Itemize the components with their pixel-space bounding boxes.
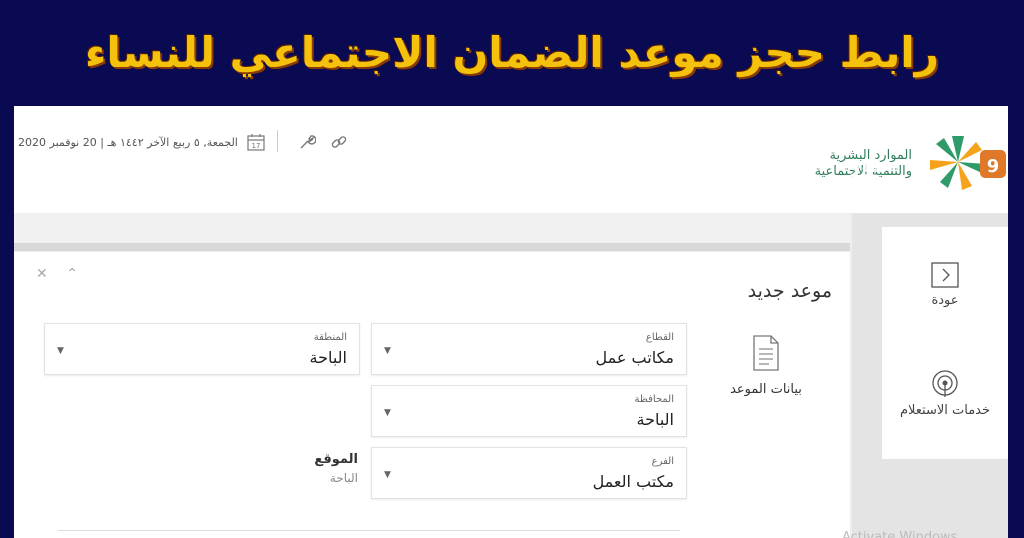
calendar-day: 17 <box>251 142 260 150</box>
toolbar-divider <box>277 130 278 152</box>
chevron-down-icon: ▼ <box>384 470 391 480</box>
banner-title: رابط حجز موعد الضمان الاجتماعي للنساء <box>85 28 939 77</box>
date-text: الجمعة, ٥ ربيع الآخر ١٤٤٢ هـ | 20 نوفمبر… <box>18 135 238 149</box>
wrench-icon[interactable] <box>298 133 316 151</box>
section-label: بيانات الموعد <box>730 382 802 397</box>
form-divider <box>58 530 680 531</box>
document-icon <box>753 335 779 371</box>
chevron-down-icon: ▼ <box>57 346 64 356</box>
location-label: الموقع <box>314 452 358 467</box>
date-display: 17 الجمعة, ٥ ربيع الآخر ١٤٤٢ هـ | 20 نوف… <box>18 132 266 152</box>
governorate-select[interactable]: المحافظة الباحة ▼ <box>371 385 687 437</box>
calendar-icon: 17 <box>247 134 265 151</box>
location-value: الباحة <box>329 471 358 485</box>
back-arrow-icon <box>931 262 959 288</box>
branch-value: مكتب العمل <box>592 472 674 491</box>
region-value: الباحة <box>309 348 348 367</box>
chevron-down-icon: ▼ <box>384 346 391 356</box>
location-field: الموقع الباحة <box>314 452 358 485</box>
link-icon[interactable] <box>330 133 348 151</box>
region-label: المنطقة <box>313 332 347 343</box>
page-title: موعد جديد <box>747 280 832 302</box>
sector-value: مكاتب عمل <box>595 348 674 367</box>
side-panel: عودة خدمات الاستعلام <box>852 213 1008 538</box>
sector-label: القطاع <box>645 332 674 343</box>
page-strip <box>14 213 850 251</box>
governorate-label: المحافظة <box>634 394 674 405</box>
branch-select[interactable]: الفرع مكتب العمل ▼ <box>371 447 687 499</box>
branch-label: الفرع <box>651 456 674 467</box>
watermark-text: موز <box>850 153 888 178</box>
close-icon[interactable]: ✕ <box>36 266 48 282</box>
activate-windows-watermark: Activate Windows <box>842 530 958 538</box>
sidebar-item-back[interactable]: عودة <box>882 261 1008 308</box>
sector-select[interactable]: القطاع مكاتب عمل ▼ <box>371 323 687 375</box>
sidebar-item-label: عودة <box>931 293 959 308</box>
collapse-icon[interactable]: ⌃ <box>66 266 78 282</box>
appointment-data-section[interactable]: بيانات الموعد <box>706 334 826 397</box>
region-select[interactable]: المنطقة الباحة ▼ <box>44 323 360 375</box>
governorate-value: الباحة <box>636 410 675 429</box>
chevron-down-icon: ▼ <box>384 408 391 418</box>
sidebar-item-inquiry[interactable]: خدمات الاستعلام <box>882 369 1008 418</box>
site-watermark-logo: موز 9 <box>850 150 1006 178</box>
sidebar-item-label: خدمات الاستعلام <box>899 403 991 418</box>
svg-text:9: 9 <box>987 156 1000 177</box>
new-appointment-card: ✕ ⌃ موعد جديد بيانات الموعد القطاع مكاتب… <box>14 252 850 538</box>
inquiry-services-icon <box>932 370 958 397</box>
side-nav: عودة خدمات الاستعلام <box>882 227 1008 459</box>
